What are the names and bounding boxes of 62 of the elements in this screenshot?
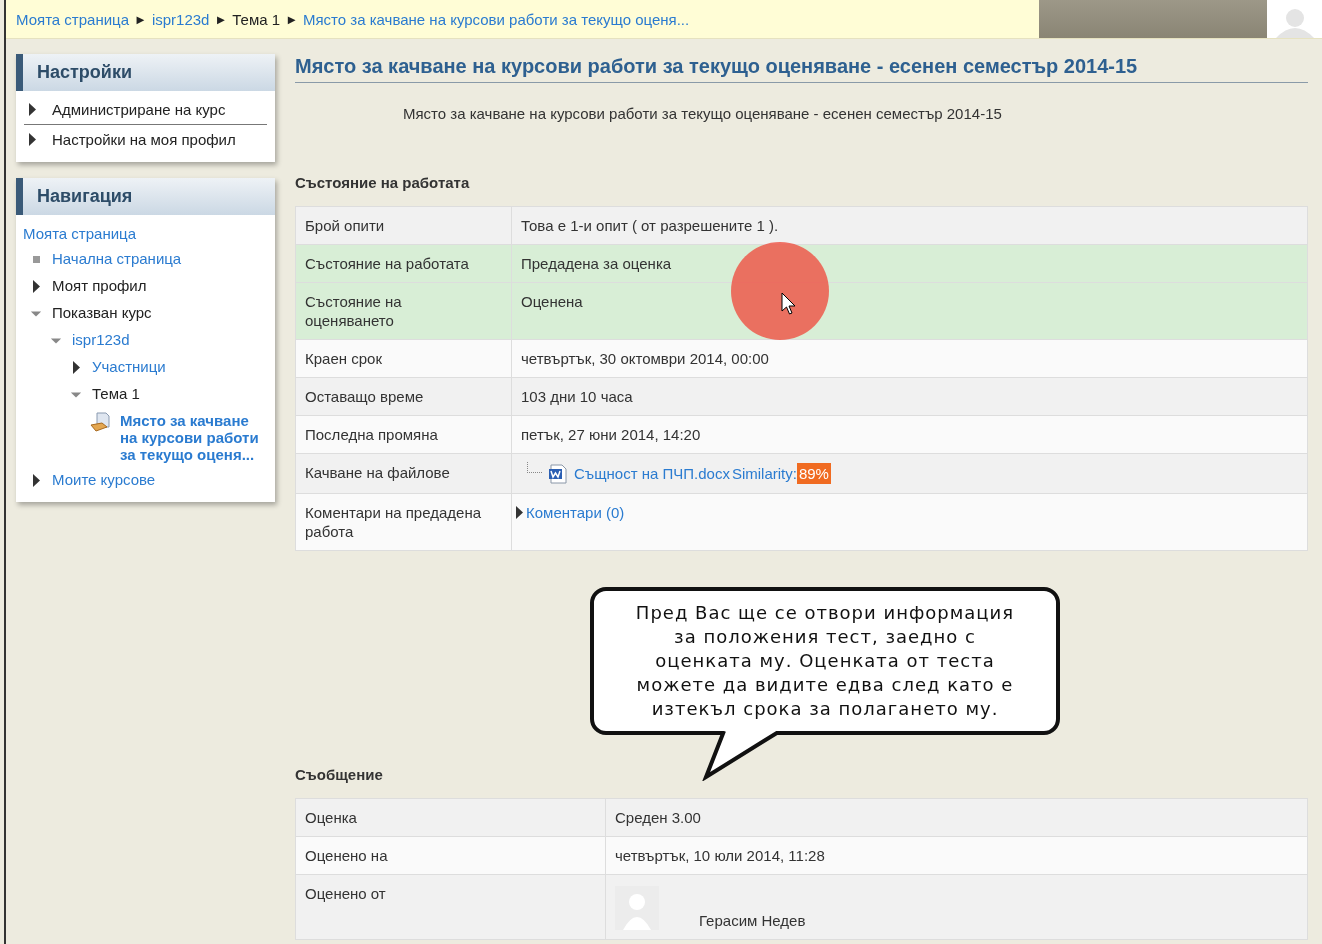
nav-link[interactable]: Участници <box>92 358 166 375</box>
breadcrumb-link[interactable]: Място за качване на курсови работи за текущо оценя... <box>303 10 690 28</box>
row-label: Оставащо време <box>305 387 424 406</box>
row-value: Среден 3.00 <box>615 809 701 826</box>
row-label: Качване на файлове <box>305 463 450 482</box>
file-link[interactable]: Същност на ПЧП.docx <box>574 464 730 483</box>
panel-title: Навигация <box>16 178 275 215</box>
row-label: Състояние на работата <box>305 254 469 273</box>
nav-link[interactable]: ispr123d <box>72 331 130 348</box>
description-text: Място за качване на курсови работи за текущо оценяване - есенен семестър 2014-15 <box>403 105 1003 122</box>
breadcrumb-link[interactable]: Моята страница <box>16 10 129 28</box>
callout-text: Пред Вас ще се отвори информация за положения тест, заедно с оценката му. Оценката от теста можете да видите едва след като е изтекъл срока за полагането му. <box>634 601 1016 721</box>
breadcrumb-item: Тема 1 <box>232 10 281 28</box>
expanded-arrow-icon[interactable] <box>30 308 42 319</box>
row-value: Оценена <box>521 293 583 310</box>
row-label: Оценка <box>305 808 357 827</box>
nav-link[interactable]: Моята страница <box>16 219 275 246</box>
collapsed-arrow-icon[interactable] <box>27 103 37 116</box>
nav-item[interactable]: Тема 1 <box>92 385 140 402</box>
row-value: четвъртък, 10 юли 2014, 11:28 <box>615 847 825 864</box>
collapsed-arrow-icon[interactable] <box>71 361 81 374</box>
similarity-link[interactable]: Similarity: <box>731 464 797 483</box>
section-heading: Състояние на работата <box>295 174 471 191</box>
bullet-icon <box>32 256 40 263</box>
row-value: Предадена за оценка <box>521 255 672 272</box>
row-value: 103 дни 10 часа <box>521 388 633 405</box>
breadcrumb-separator: ► <box>214 11 228 27</box>
settings-menu-item[interactable]: Администриране на курс <box>52 101 226 118</box>
breadcrumb-separator: ► <box>134 11 147 27</box>
row-label: Оценено на <box>305 846 388 865</box>
collapsed-arrow-icon[interactable] <box>515 506 524 519</box>
breadcrumb-link[interactable]: ispr123d <box>151 10 210 28</box>
nav-item[interactable]: Показван курс <box>52 304 152 321</box>
row-value: Това е 1-и опит ( от разрешените 1 ). <box>521 217 779 234</box>
row-value: петък, 27 юни 2014, 14:20 <box>521 426 701 443</box>
settings-menu-item[interactable]: Настройки на моя профил <box>52 131 236 148</box>
panel-title: Настройки <box>16 54 275 91</box>
nav-item[interactable]: Моят профил <box>52 277 147 294</box>
collapsed-arrow-icon[interactable] <box>31 280 41 293</box>
breadcrumb-separator: ► <box>285 11 298 27</box>
row-label: Състояние на оценяването <box>305 292 403 330</box>
document-icon <box>90 411 110 432</box>
row-label: Брой опити <box>305 216 385 235</box>
collapsed-arrow-icon[interactable] <box>27 133 37 146</box>
comments-link[interactable]: Коментари (0) <box>526 503 625 522</box>
expanded-arrow-icon[interactable] <box>50 335 62 346</box>
row-label: Оценено от <box>305 884 386 903</box>
row-label: Коментари на предадена работа <box>305 503 483 541</box>
nav-link[interactable]: Начална страница <box>52 250 182 267</box>
word-document-icon <box>548 463 568 484</box>
expanded-arrow-icon[interactable] <box>70 389 82 400</box>
row-value: четвъртък, 30 октомври 2014, 00:00 <box>521 350 769 367</box>
grader-name: Герасим Недев <box>699 911 806 930</box>
page-title: Място за качване на курсови работи за текущо оценяване - есенен семестър 2014-15 <box>295 53 1308 83</box>
row-label: Последна промяна <box>305 425 438 444</box>
section-heading: Съобщение <box>295 766 384 783</box>
collapsed-arrow-icon[interactable] <box>31 474 41 487</box>
row-label: Краен срок <box>305 349 382 368</box>
nav-link[interactable]: Място за качване на курсови работи за текущо оценя... <box>120 412 269 463</box>
nav-link[interactable]: Моите курсове <box>52 471 156 488</box>
cursor-icon <box>781 292 797 316</box>
similarity-score: 89% <box>796 463 831 484</box>
